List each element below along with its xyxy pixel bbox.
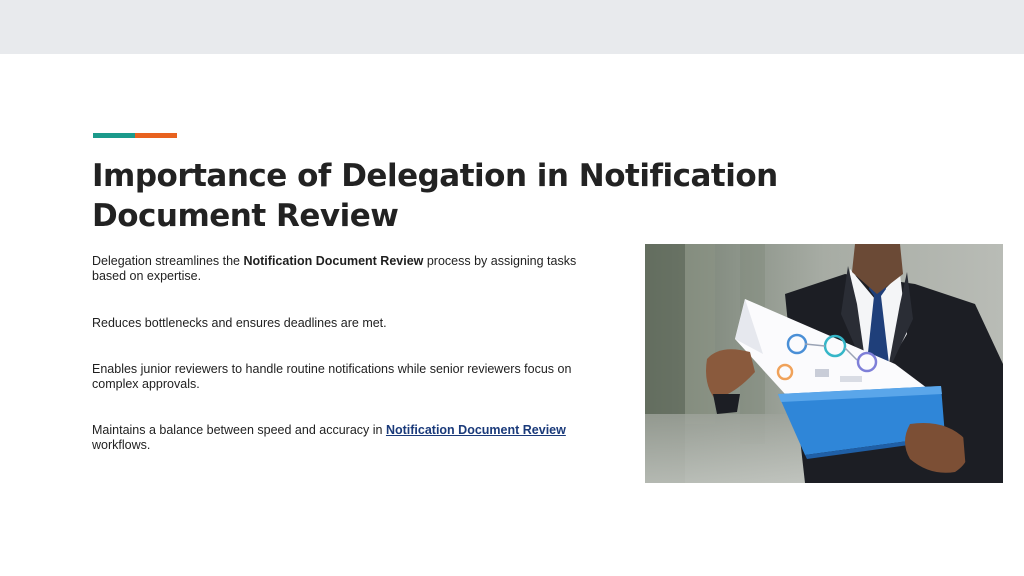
businessman-document-photo — [645, 244, 1003, 483]
bullet-item: Reduces bottlenecks and ensures deadline… — [92, 316, 387, 330]
slide-title: Importance of Delegation in Notification… — [92, 158, 778, 234]
bullet-item: Enables junior reviewers to handle routi… — [92, 362, 572, 391]
notification-document-review-link[interactable]: Notification Document Review — [386, 423, 566, 437]
accent-teal-segment — [93, 133, 135, 138]
bullet-text: Delegation streamlines the — [92, 254, 244, 268]
businessman-reviewing-documents-photo — [645, 244, 1003, 483]
top-banner — [0, 0, 1024, 54]
bullet-item: Delegation streamlines the Notification … — [92, 254, 602, 284]
title-accent-bar — [93, 133, 177, 138]
accent-orange-segment — [135, 133, 177, 138]
bullet-text: Maintains a balance between speed and ac… — [92, 423, 386, 437]
bullet-bold-text: Notification Document Review — [243, 254, 424, 268]
bullet-text: workflows. — [92, 438, 151, 452]
bullet-item: Maintains a balance between speed and ac… — [92, 423, 602, 453]
